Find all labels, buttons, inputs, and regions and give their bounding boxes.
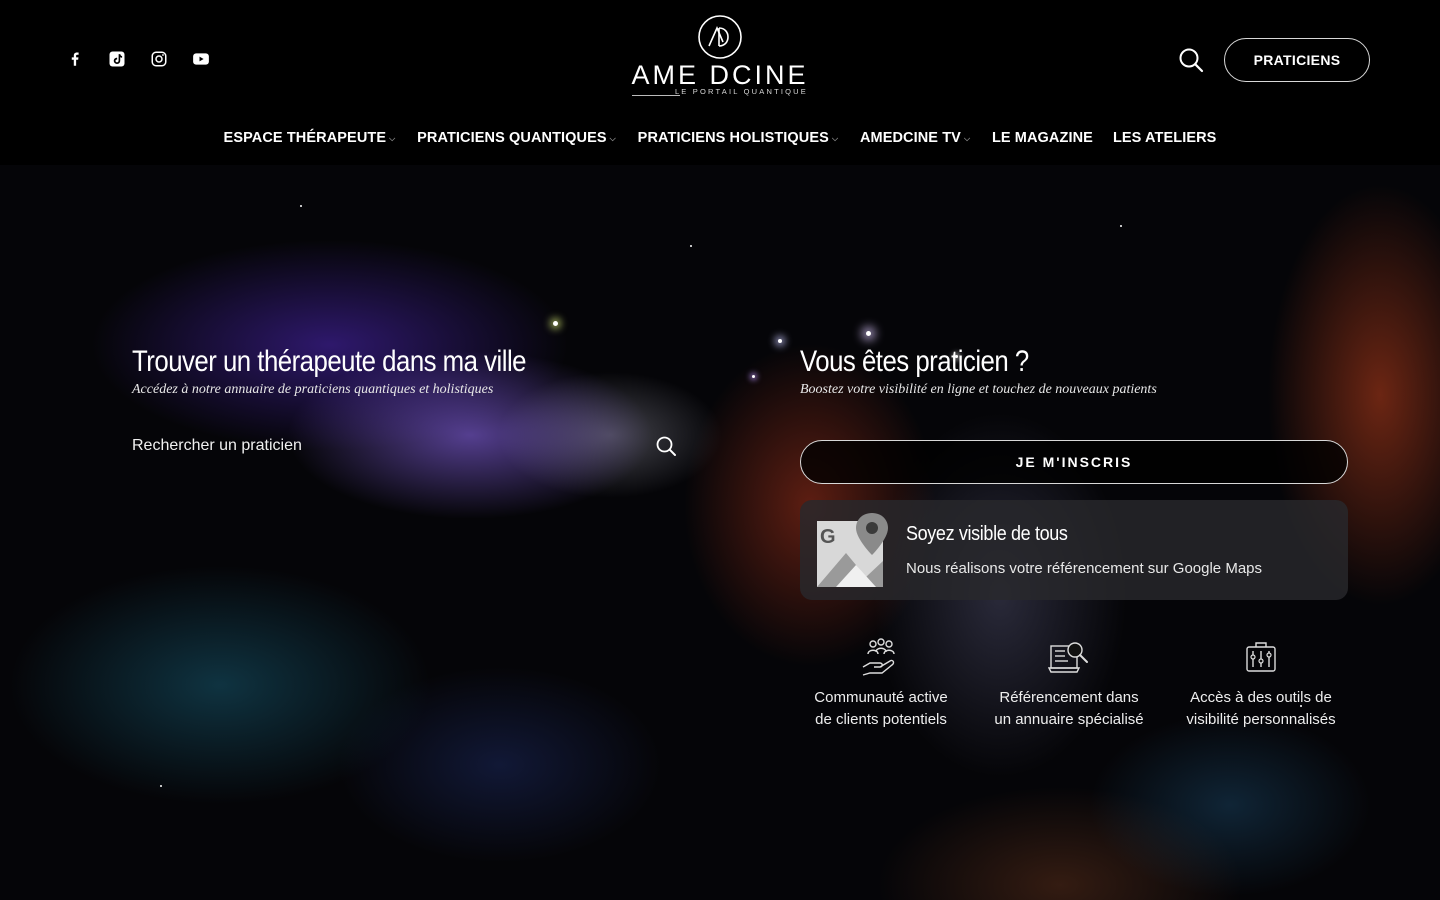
practitioner-subtitle: Boostez votre visibilité en ligne et tou… [800,382,1157,397]
nav-item-label: LES ATELIERS [1112,130,1217,146]
star-decoration [553,321,558,326]
nav-item-le-magazine[interactable]: LE MAGAZINE [992,126,1093,150]
social-links [64,48,212,70]
star-decoration [778,339,782,343]
chevron-down-icon: ⌵ [389,134,396,143]
nav-item-les-ateliers[interactable]: LES ATELIERS [1113,126,1217,150]
logo-wordmark: AME DCINE [631,60,809,90]
google-maps-icon: G [817,513,888,587]
tiktok-icon[interactable] [106,48,128,70]
search-icon[interactable] [1178,47,1204,73]
star-decoration [1120,225,1122,227]
maps-card-description: Nous réalisons votre référencement sur G… [906,560,1263,577]
feature-label: Accès à des outils de visibilité personn… [1186,689,1336,728]
directory-search-icon [1048,642,1088,673]
logo-monogram-icon [698,15,742,59]
nav-item-label: PRATICIENS HOLISTIQUES [637,130,829,146]
nav-item-label: AMEDCINE TV [859,130,961,146]
feature-tools: Accès à des outils de visibilité personn… [1175,637,1347,731]
maps-card-title: Soyez visible de tous [906,523,1068,545]
site-header: AME DCINE LE PORTAIL QUANTIQUE PRATICIEN… [0,0,1440,165]
chevron-down-icon: ⌵ [609,134,616,143]
maps-card-text: Soyez visible de tous Nous réalisons vot… [906,523,1262,577]
find-subtitle: Accédez à notre annuaire de praticiens q… [132,382,494,397]
youtube-icon[interactable] [190,48,212,70]
nav-item-espace-therapeute[interactable]: ESPACE THÉRAPEUTE ⌵ [224,126,398,150]
nav-item-praticiens-holistiques[interactable]: PRATICIENS HOLISTIQUES ⌵ [638,126,840,150]
main-nav: ESPACE THÉRAPEUTE ⌵ PRATICIENS QUANTIQUE… [0,126,1440,150]
practitioner-title: Vous êtes praticien ? [800,345,1029,378]
practitioner-block: Vous êtes praticien ? Boostez votre visi… [800,345,1348,399]
chevron-down-icon: ⌵ [831,134,839,143]
hero-section: Trouver un thérapeute dans ma ville Accé… [0,165,1440,900]
nav-item-amedcine-tv[interactable]: AMEDCINE TV ⌵ [860,126,972,150]
star-decoration [160,785,162,787]
search-icon[interactable] [655,435,677,457]
signup-button[interactable]: JE M'INSCRIS [800,440,1348,484]
instagram-icon[interactable] [148,48,170,70]
feature-label: Communauté active de clients potentiels [814,689,948,728]
practitioner-search-input[interactable] [132,437,612,455]
chevron-down-icon: ⌵ [963,134,971,143]
feature-directory: Référencement dans un annuaire spécialis… [989,637,1149,731]
svg-text:G: G [820,526,836,548]
logo-underline [632,95,680,96]
community-hand-icon [862,638,895,676]
practitioner-search[interactable] [132,431,677,461]
toolbox-icon [1246,642,1276,672]
nav-item-label: LE MAGAZINE [991,130,1093,146]
google-maps-card: G Soyez visible de tous Nous réalisons v… [800,500,1348,600]
praticiens-button[interactable]: PRATICIENS [1224,38,1370,82]
site-logo[interactable]: AME DCINE LE PORTAIL QUANTIQUE [630,14,810,100]
star-decoration [690,245,692,247]
find-therapist-block: Trouver un thérapeute dans ma ville Accé… [132,345,677,399]
star-decoration [752,375,755,378]
find-title: Trouver un thérapeute dans ma ville [132,345,527,378]
nav-item-label: ESPACE THÉRAPEUTE [223,130,387,146]
feature-community: Communauté active de clients potentiels [806,637,956,731]
nav-item-praticiens-quantiques[interactable]: PRATICIENS QUANTIQUES ⌵ [417,126,618,150]
feature-list: Communauté active de clients potentiels … [800,637,1348,737]
facebook-icon[interactable] [64,48,86,70]
star-decoration [300,205,302,207]
star-decoration [866,331,871,336]
nav-item-label: PRATICIENS QUANTIQUES [417,130,607,146]
feature-label: Référencement dans un annuaire spécialis… [994,689,1144,728]
